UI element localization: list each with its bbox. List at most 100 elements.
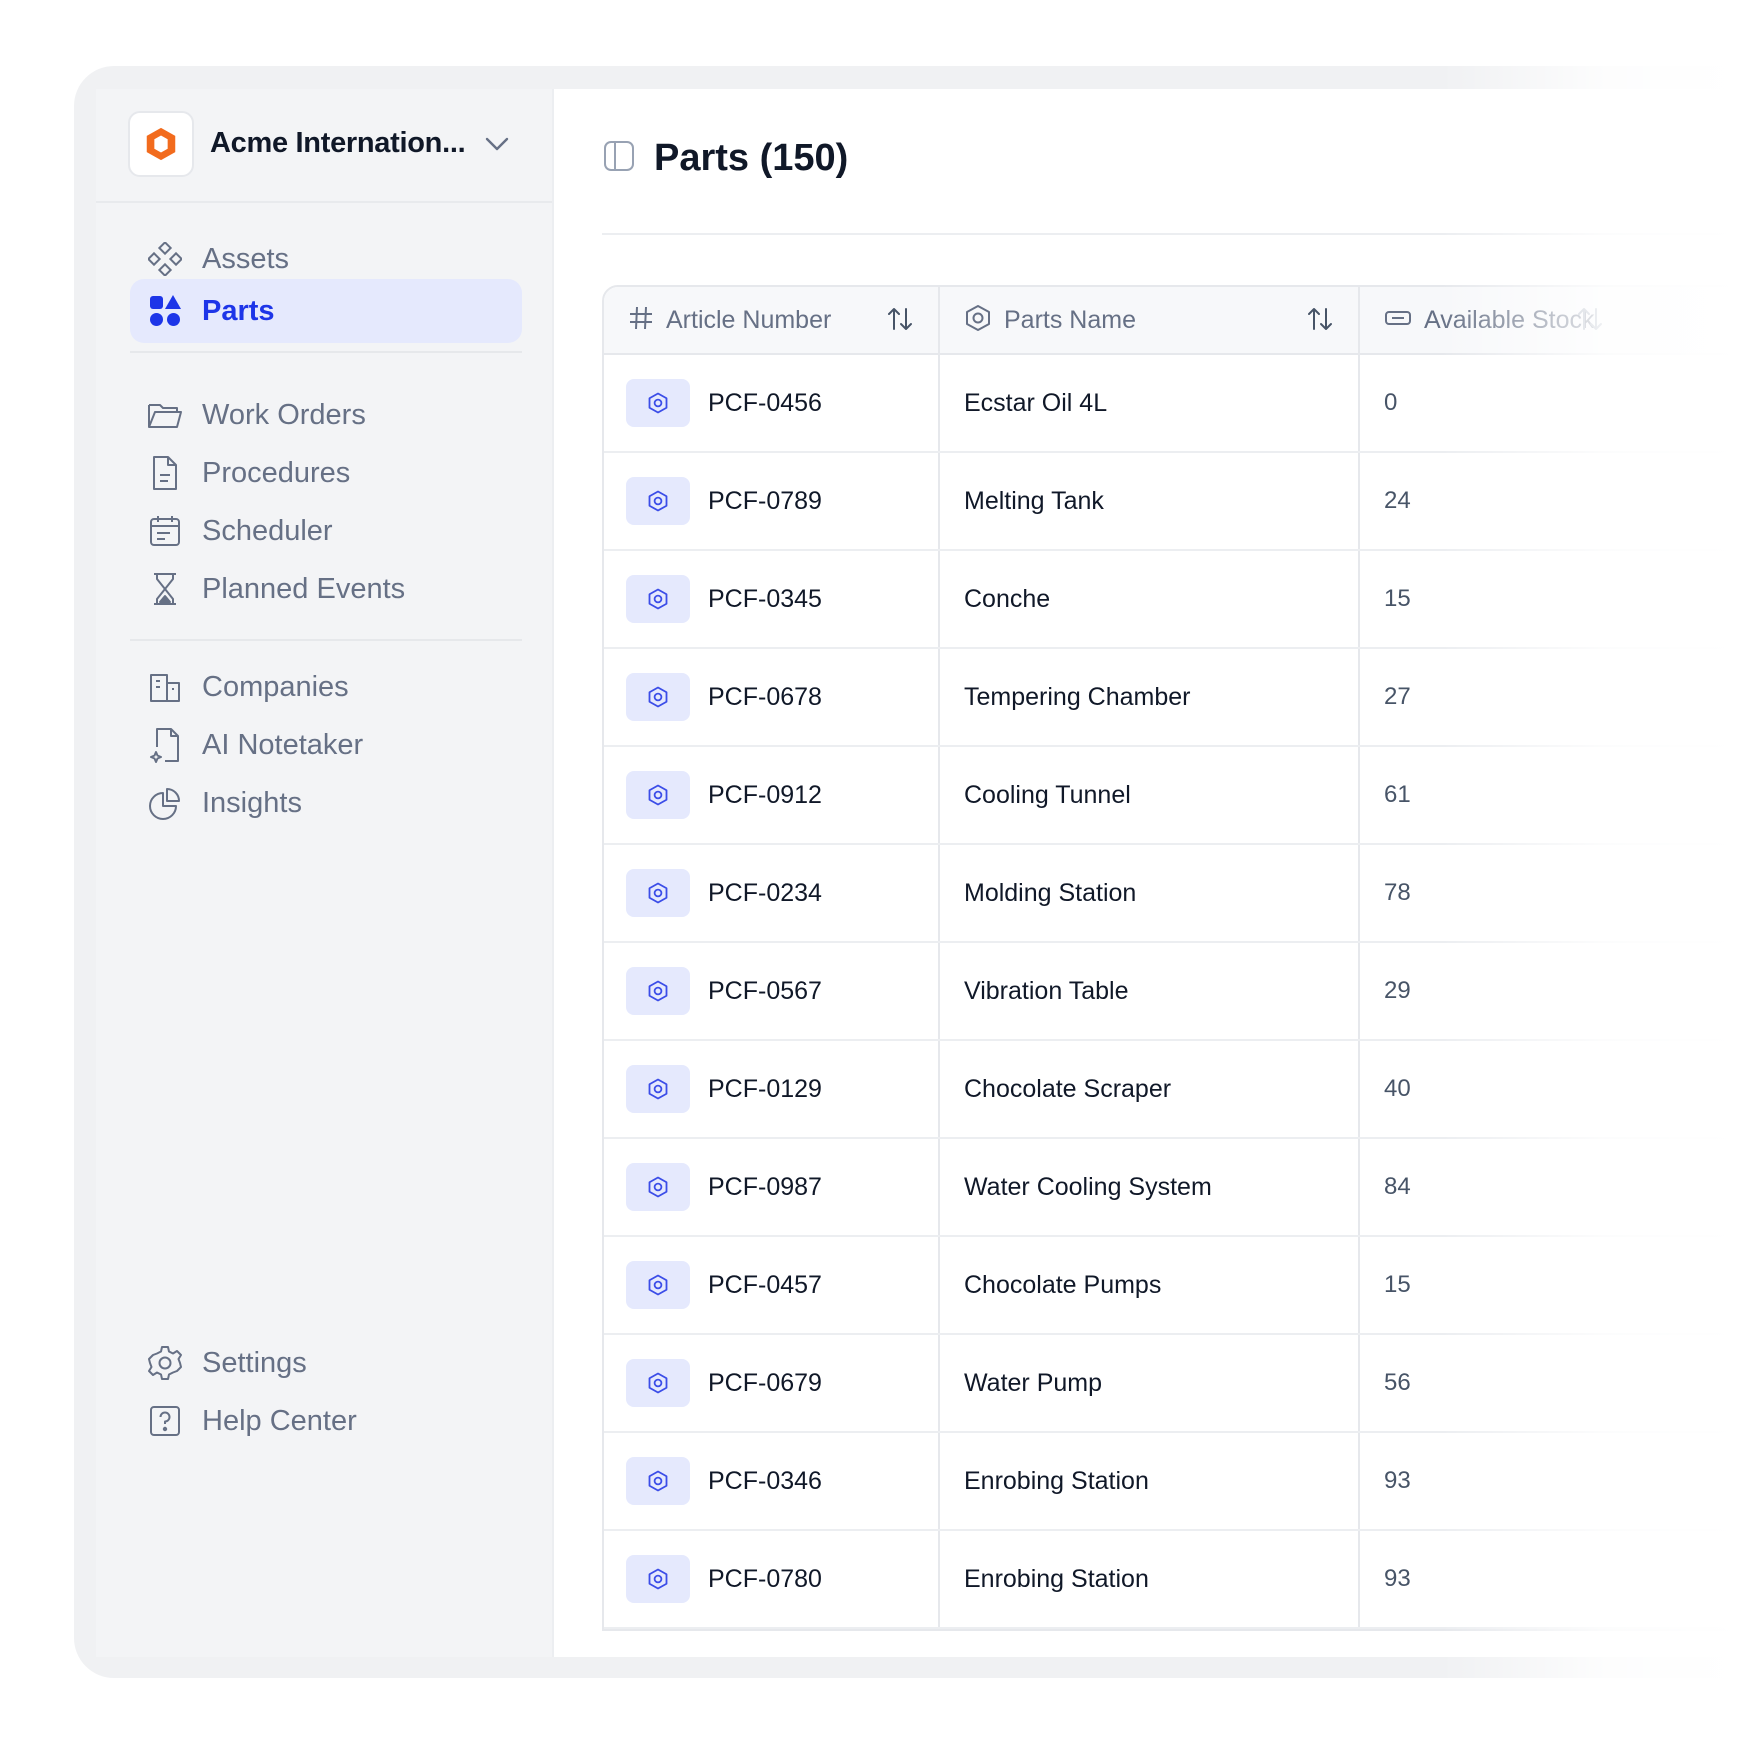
sidebar-item-procedures[interactable]: Procedures [130, 441, 522, 505]
hash-icon [628, 305, 654, 336]
table-row[interactable]: PCF-0457 Chocolate Pumps 15 [604, 1237, 1740, 1335]
hex-nut-icon [964, 304, 992, 337]
hourglass-icon [146, 570, 184, 608]
table-row[interactable]: PCF-0780 Enrobing Station 93 [604, 1531, 1740, 1629]
table-row[interactable]: PCF-0678 Tempering Chamber 27 [604, 649, 1740, 747]
cell-parts-name: Water Cooling System [940, 1139, 1360, 1235]
article-number: PCF-0234 [708, 878, 822, 907]
table-row[interactable]: PCF-0346 Enrobing Station 93 [604, 1433, 1740, 1531]
cell-available-stock: 56 [1360, 1335, 1740, 1431]
table-row[interactable]: PCF-0912 Cooling Tunnel 61 [604, 747, 1740, 845]
sidebar-item-work-orders[interactable]: Work Orders [130, 383, 522, 447]
column-header-article-number[interactable]: Article Number [604, 287, 940, 353]
part-icon [626, 379, 690, 427]
ai-note-icon [146, 726, 184, 764]
table-row[interactable]: PCF-0789 Melting Tank 24 [604, 453, 1740, 551]
sidebar-item-scheduler[interactable]: Scheduler [130, 499, 522, 563]
available-stock: 61 [1384, 781, 1411, 808]
sort-icon[interactable] [886, 305, 914, 338]
part-icon [626, 1457, 690, 1505]
sidebar-item-help-center[interactable]: Help Center [130, 1389, 522, 1453]
cell-parts-name: Ecstar Oil 4L [940, 355, 1360, 451]
parts-name: Water Pump [964, 1368, 1103, 1397]
available-stock: 40 [1384, 1075, 1411, 1102]
sidebar-item-planned-events[interactable]: Planned Events [130, 557, 522, 621]
table-row[interactable]: PCF-0234 Molding Station 78 [604, 845, 1740, 943]
table-row[interactable]: PCF-0129 Chocolate Scraper 40 [604, 1041, 1740, 1139]
cell-available-stock: 93 [1360, 1531, 1740, 1627]
article-number: PCF-0567 [708, 976, 822, 1005]
sidebar: Acme Internation... Assets Parts Work Or… [96, 89, 554, 1657]
available-stock: 0 [1384, 389, 1398, 416]
sidebar-item-label: AI Notetaker [202, 728, 364, 761]
org-logo-icon [128, 111, 194, 177]
table-row[interactable]: PCF-0987 Water Cooling System 84 [604, 1139, 1740, 1237]
column-header-available-stock[interactable]: Available Stock [1360, 287, 1740, 353]
cell-parts-name: Enrobing Station [940, 1433, 1360, 1529]
parts-name: Vibration Table [964, 976, 1129, 1005]
parts-icon [146, 292, 184, 330]
cell-parts-name: Water Pump [940, 1335, 1360, 1431]
main-content: Parts (150) Article Number Parts Name Av… [554, 89, 1740, 1657]
article-number: PCF-0780 [708, 1564, 822, 1593]
part-icon [626, 1065, 690, 1113]
sidebar-item-label: Insights [202, 786, 302, 819]
gear-icon [146, 1344, 184, 1382]
article-number: PCF-0679 [708, 1368, 822, 1397]
sort-icon[interactable] [1306, 305, 1334, 338]
column-header-parts-name[interactable]: Parts Name [940, 287, 1360, 353]
calendar-icon [146, 512, 184, 550]
part-icon [626, 1555, 690, 1603]
parts-name: Melting Tank [964, 486, 1104, 515]
part-icon [626, 771, 690, 819]
stock-icon [1384, 304, 1412, 337]
table-row[interactable]: PCF-0567 Vibration Table 29 [604, 943, 1740, 1041]
sort-icon[interactable] [1576, 305, 1604, 338]
org-switcher[interactable]: Acme Internation... [96, 89, 552, 203]
table-row[interactable]: PCF-0345 Conche 15 [604, 551, 1740, 649]
sidebar-item-companies[interactable]: Companies [130, 655, 522, 719]
cell-article-number: PCF-0567 [604, 943, 940, 1039]
article-number: PCF-0456 [708, 388, 822, 417]
table-header: Article Number Parts Name Available Stoc… [604, 287, 1740, 355]
help-icon [146, 1402, 184, 1440]
column-header-label: Article Number [666, 305, 832, 334]
cell-parts-name: Chocolate Pumps [940, 1237, 1360, 1333]
cell-available-stock: 15 [1360, 1237, 1740, 1333]
article-number: PCF-0346 [708, 1466, 822, 1495]
cell-available-stock: 24 [1360, 453, 1740, 549]
available-stock: 93 [1384, 1467, 1411, 1494]
sidebar-toggle-icon[interactable] [602, 139, 636, 178]
parts-name: Cooling Tunnel [964, 780, 1131, 809]
part-icon [626, 1163, 690, 1211]
sidebar-item-parts[interactable]: Parts [130, 279, 522, 343]
cell-article-number: PCF-0457 [604, 1237, 940, 1333]
parts-name: Chocolate Scraper [964, 1074, 1172, 1103]
sidebar-item-settings[interactable]: Settings [130, 1331, 522, 1395]
sidebar-item-label: Settings [202, 1346, 307, 1379]
cell-parts-name: Cooling Tunnel [940, 747, 1360, 843]
parts-name: Water Cooling System [964, 1172, 1212, 1201]
sidebar-item-insights[interactable]: Insights [130, 771, 522, 835]
header-divider [602, 233, 1740, 235]
cell-available-stock: 0 [1360, 355, 1740, 451]
chevron-down-icon[interactable] [482, 129, 512, 164]
cell-article-number: PCF-0780 [604, 1531, 940, 1627]
parts-name: Tempering Chamber [964, 682, 1191, 711]
sidebar-item-label: Procedures [202, 456, 351, 489]
org-name: Acme Internation... [210, 127, 466, 159]
available-stock: 27 [1384, 683, 1411, 710]
parts-name: Enrobing Station [964, 1564, 1149, 1593]
table-row[interactable]: PCF-0679 Water Pump 56 [604, 1335, 1740, 1433]
document-icon [146, 454, 184, 492]
cell-parts-name: Chocolate Scraper [940, 1041, 1360, 1137]
sidebar-item-label: Help Center [202, 1404, 357, 1437]
part-icon [626, 477, 690, 525]
cell-article-number: PCF-0234 [604, 845, 940, 941]
table-row[interactable]: PCF-0456 Ecstar Oil 4L 0 [604, 355, 1740, 453]
article-number: PCF-0678 [708, 682, 822, 711]
cell-parts-name: Molding Station [940, 845, 1360, 941]
sidebar-item-ai-notetaker[interactable]: AI Notetaker [130, 713, 522, 777]
parts-name: Enrobing Station [964, 1466, 1149, 1495]
cell-parts-name: Tempering Chamber [940, 649, 1360, 745]
